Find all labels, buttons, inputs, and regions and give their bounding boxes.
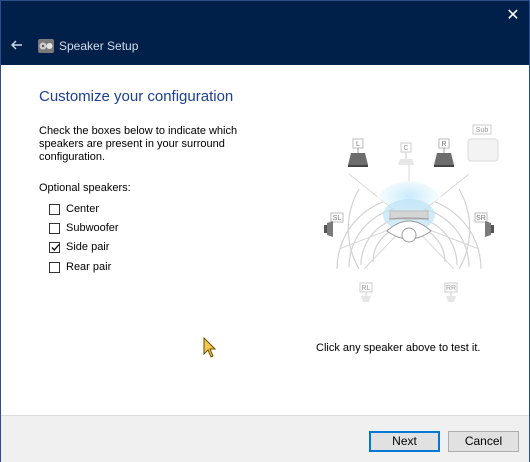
next-button[interactable]: Next — [369, 431, 440, 452]
speaker-setup-icon — [38, 39, 54, 53]
mouse-pointer-icon — [203, 337, 217, 358]
checkbox-box[interactable] — [49, 203, 60, 215]
svg-text:SL: SL — [333, 215, 342, 222]
close-button[interactable]: ✕ — [497, 1, 529, 31]
checkbox-box[interactable] — [49, 241, 60, 253]
svg-text:SR: SR — [476, 215, 486, 222]
side-right-speaker[interactable]: SR — [474, 212, 494, 237]
test-hint-text: Click any speaker above to test it. — [316, 342, 481, 354]
footer-bar: Next Cancel — [1, 415, 529, 462]
window-title: Speaker Setup — [59, 39, 139, 53]
svg-text:R: R — [441, 141, 446, 148]
title-bar: ✕ Speaker Setup — [1, 1, 529, 65]
front-right-speaker[interactable]: R — [434, 138, 454, 167]
listener-icon — [386, 210, 432, 243]
checkbox-box[interactable] — [49, 261, 60, 273]
rear-right-speaker[interactable]: RR — [444, 282, 458, 302]
page-heading: Customize your configuration — [39, 88, 234, 105]
cancel-button[interactable]: Cancel — [448, 431, 519, 452]
back-arrow-icon[interactable] — [7, 35, 27, 55]
instructions-text: Check the boxes below to indicate which … — [39, 125, 238, 163]
rear-pair-checkbox[interactable]: Rear pair — [49, 259, 111, 275]
close-icon: ✕ — [506, 7, 520, 24]
center-checkbox[interactable]: Center — [49, 201, 99, 217]
rear-left-speaker[interactable]: RL — [359, 282, 373, 302]
checkmark-icon — [51, 243, 60, 251]
side-left-speaker[interactable]: SL — [324, 212, 344, 237]
checkbox-label: Subwoofer — [66, 222, 119, 234]
center-speaker[interactable]: C — [398, 142, 414, 165]
front-left-speaker[interactable]: L — [348, 138, 368, 167]
svg-text:RR: RR — [446, 285, 456, 292]
side-pair-checkbox[interactable]: Side pair — [49, 239, 109, 255]
speaker-setup-window: ✕ Speaker Setup Customize your configura… — [0, 0, 530, 462]
svg-text:Sub: Sub — [476, 127, 489, 134]
subwoofer-speaker[interactable]: Sub — [467, 124, 499, 162]
svg-text:L: L — [356, 141, 360, 148]
checkbox-label: Side pair — [66, 241, 110, 253]
checkbox-label: Center — [66, 203, 100, 215]
svg-text:RL: RL — [362, 285, 371, 292]
speaker-diagram: L C R Sub SL SR RL RR — [324, 124, 499, 302]
svg-text:C: C — [403, 145, 408, 152]
checkbox-box[interactable] — [49, 222, 60, 234]
optional-speakers-label: Optional speakers: — [39, 182, 131, 194]
checkbox-label: Rear pair — [66, 261, 112, 273]
subwoofer-checkbox[interactable]: Subwoofer — [49, 220, 119, 236]
